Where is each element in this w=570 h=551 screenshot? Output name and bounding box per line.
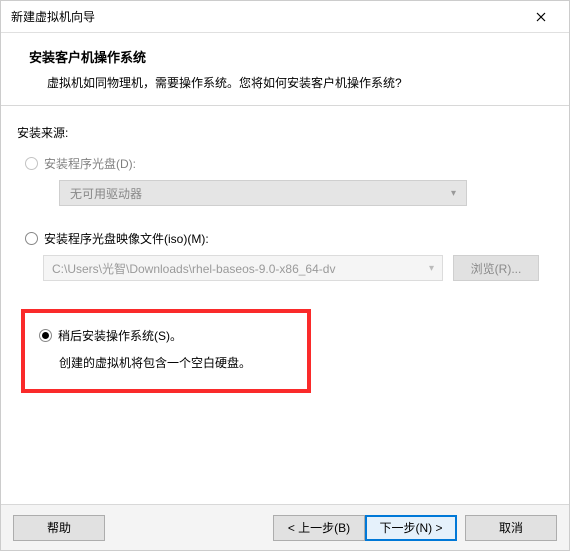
page-subtitle: 虚拟机如同物理机，需要操作系统。您将如何安装客户机操作系统? [47,74,555,91]
chevron-down-icon: ▾ [451,188,456,199]
chevron-down-icon: ▾ [429,263,434,274]
radio-icon [25,157,38,170]
radio-icon [39,329,52,342]
install-later-desc: 创建的虚拟机将包含一个空白硬盘。 [59,354,293,371]
cancel-label: 取消 [499,519,523,536]
back-label: < 上一步(B) [288,519,350,536]
highlighted-option: 稍后安装操作系统(S)。 创建的虚拟机将包含一个空白硬盘。 [21,309,311,393]
close-button[interactable] [521,3,561,31]
help-label: 帮助 [47,519,71,536]
back-button[interactable]: < 上一步(B) [273,515,365,541]
next-label: 下一步(N) > [379,519,442,536]
drive-select: 无可用驱动器 ▾ [59,180,467,206]
wizard-content: 安装来源: 安装程序光盘(D): 无可用驱动器 ▾ 安装程序光盘映像文件(iso… [1,106,569,504]
drive-select-value: 无可用驱动器 [70,185,142,202]
radio-installer-disc[interactable]: 安装程序光盘(D): [25,155,553,172]
iso-row: C:\Users\光智\Downloads\rhel-baseos-9.0-x8… [43,255,553,281]
browse-label: 浏览(R)... [471,260,522,277]
page-heading: 安装客户机操作系统 [29,47,555,66]
close-icon [536,12,546,22]
next-button[interactable]: 下一步(N) > [365,515,457,541]
iso-path-select: C:\Users\光智\Downloads\rhel-baseos-9.0-x8… [43,255,443,281]
help-button[interactable]: 帮助 [13,515,105,541]
window-title: 新建虚拟机向导 [11,8,95,25]
radio-label-disc: 安装程序光盘(D): [44,155,136,172]
radio-label-later: 稍后安装操作系统(S)。 [58,327,182,344]
titlebar: 新建虚拟机向导 [1,1,569,33]
radio-label-iso: 安装程序光盘映像文件(iso)(M): [44,230,209,247]
radio-install-later[interactable]: 稍后安装操作系统(S)。 [39,327,293,344]
wizard-header: 安装客户机操作系统 虚拟机如同物理机，需要操作系统。您将如何安装客户机操作系统? [1,33,569,106]
cancel-button[interactable]: 取消 [465,515,557,541]
wizard-window: 新建虚拟机向导 安装客户机操作系统 虚拟机如同物理机，需要操作系统。您将如何安装… [0,0,570,551]
radio-icon [25,232,38,245]
wizard-footer: 帮助 < 上一步(B) 下一步(N) > 取消 [1,504,569,550]
browse-button: 浏览(R)... [453,255,539,281]
radio-iso-file[interactable]: 安装程序光盘映像文件(iso)(M): [25,230,553,247]
install-source-label: 安装来源: [17,124,553,141]
iso-path-value: C:\Users\光智\Downloads\rhel-baseos-9.0-x8… [52,260,335,277]
